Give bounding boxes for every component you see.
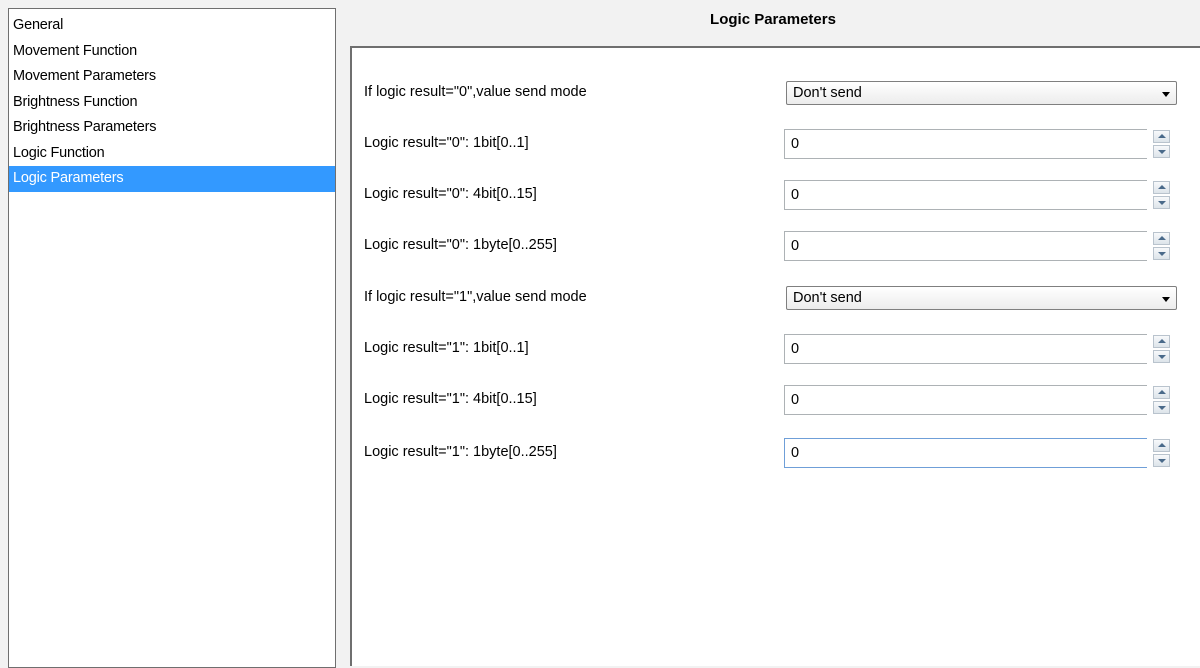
arrow-up-icon [1158, 339, 1166, 343]
param-row: Logic result="1": 1byte[0..255] 0 [352, 432, 1200, 472]
arrow-up-icon [1158, 443, 1166, 447]
value-0-4bit-input[interactable]: 0 [784, 180, 1147, 210]
arrow-down-icon [1158, 252, 1166, 256]
param-row: If logic result="1",value send mode Don'… [352, 277, 1200, 317]
spin-up-button[interactable] [1153, 386, 1170, 399]
select-value: Don't send [793, 290, 862, 306]
arrow-down-icon [1158, 406, 1166, 410]
spin-down-button[interactable] [1153, 145, 1170, 158]
value-0-1bit-spinner[interactable] [1153, 130, 1170, 158]
param-label: Logic result="1": 1bit[0..1] [364, 340, 529, 356]
param-row: Logic result="1": 1bit[0..1] 0 [352, 328, 1200, 368]
value-0-4bit-spinner[interactable] [1153, 181, 1170, 209]
sidebar-item-general[interactable]: General [9, 13, 335, 39]
send-mode-0-select[interactable]: Don't send [786, 81, 1177, 105]
value-1-4bit-spinner[interactable] [1153, 386, 1170, 414]
param-label: Logic result="0": 4bit[0..15] [364, 186, 537, 202]
value-1-1byte-spinner[interactable] [1153, 439, 1170, 467]
spin-down-button[interactable] [1153, 247, 1170, 260]
spin-up-button[interactable] [1153, 130, 1170, 143]
param-row: Logic result="0": 4bit[0..15] 0 [352, 174, 1200, 214]
param-row: If logic result="0",value send mode Don'… [352, 72, 1200, 112]
parameters-panel: If logic result="0",value send mode Don'… [350, 46, 1200, 666]
spin-down-button[interactable] [1153, 401, 1170, 414]
sidebar-item-movement-parameters[interactable]: Movement Parameters [9, 64, 335, 90]
spin-up-button[interactable] [1153, 181, 1170, 194]
param-label: Logic result="1": 1byte[0..255] [364, 444, 557, 460]
chevron-down-icon [1162, 92, 1170, 97]
select-value: Don't send [793, 85, 862, 101]
arrow-up-icon [1158, 185, 1166, 189]
spin-up-button[interactable] [1153, 232, 1170, 245]
param-label: Logic result="0": 1byte[0..255] [364, 237, 557, 253]
param-label: Logic result="1": 4bit[0..15] [364, 391, 537, 407]
spin-down-button[interactable] [1153, 454, 1170, 467]
param-row: Logic result="0": 1bit[0..1] 0 [352, 123, 1200, 163]
value-0-1byte-spinner[interactable] [1153, 232, 1170, 260]
param-label: If logic result="1",value send mode [364, 289, 587, 305]
spin-down-button[interactable] [1153, 196, 1170, 209]
arrow-down-icon [1158, 201, 1166, 205]
sidebar-item-brightness-parameters[interactable]: Brightness Parameters [9, 115, 335, 141]
value-0-1byte-input[interactable]: 0 [784, 231, 1147, 261]
value-1-1bit-input[interactable]: 0 [784, 334, 1147, 364]
value-1-4bit-input[interactable]: 0 [784, 385, 1147, 415]
arrow-down-icon [1158, 150, 1166, 154]
param-label: If logic result="0",value send mode [364, 84, 587, 100]
arrow-up-icon [1158, 134, 1166, 138]
sidebar-nav: General Movement Function Movement Param… [8, 8, 336, 668]
send-mode-1-select[interactable]: Don't send [786, 286, 1177, 310]
param-row: Logic result="0": 1byte[0..255] 0 [352, 225, 1200, 265]
value-0-1bit-input[interactable]: 0 [784, 129, 1147, 159]
spin-down-button[interactable] [1153, 350, 1170, 363]
value-1-1byte-input[interactable]: 0 [784, 438, 1147, 468]
page-title: Logic Parameters [710, 11, 836, 28]
arrow-up-icon [1158, 390, 1166, 394]
arrow-down-icon [1158, 355, 1166, 359]
spin-up-button[interactable] [1153, 439, 1170, 452]
param-row: Logic result="1": 4bit[0..15] 0 [352, 379, 1200, 419]
sidebar-item-logic-function[interactable]: Logic Function [9, 141, 335, 167]
spin-up-button[interactable] [1153, 335, 1170, 348]
param-label: Logic result="0": 1bit[0..1] [364, 135, 529, 151]
sidebar-item-logic-parameters[interactable]: Logic Parameters [9, 166, 335, 192]
chevron-down-icon [1162, 297, 1170, 302]
sidebar-item-brightness-function[interactable]: Brightness Function [9, 90, 335, 116]
arrow-down-icon [1158, 459, 1166, 463]
value-1-1bit-spinner[interactable] [1153, 335, 1170, 363]
sidebar-item-movement-function[interactable]: Movement Function [9, 39, 335, 65]
arrow-up-icon [1158, 236, 1166, 240]
